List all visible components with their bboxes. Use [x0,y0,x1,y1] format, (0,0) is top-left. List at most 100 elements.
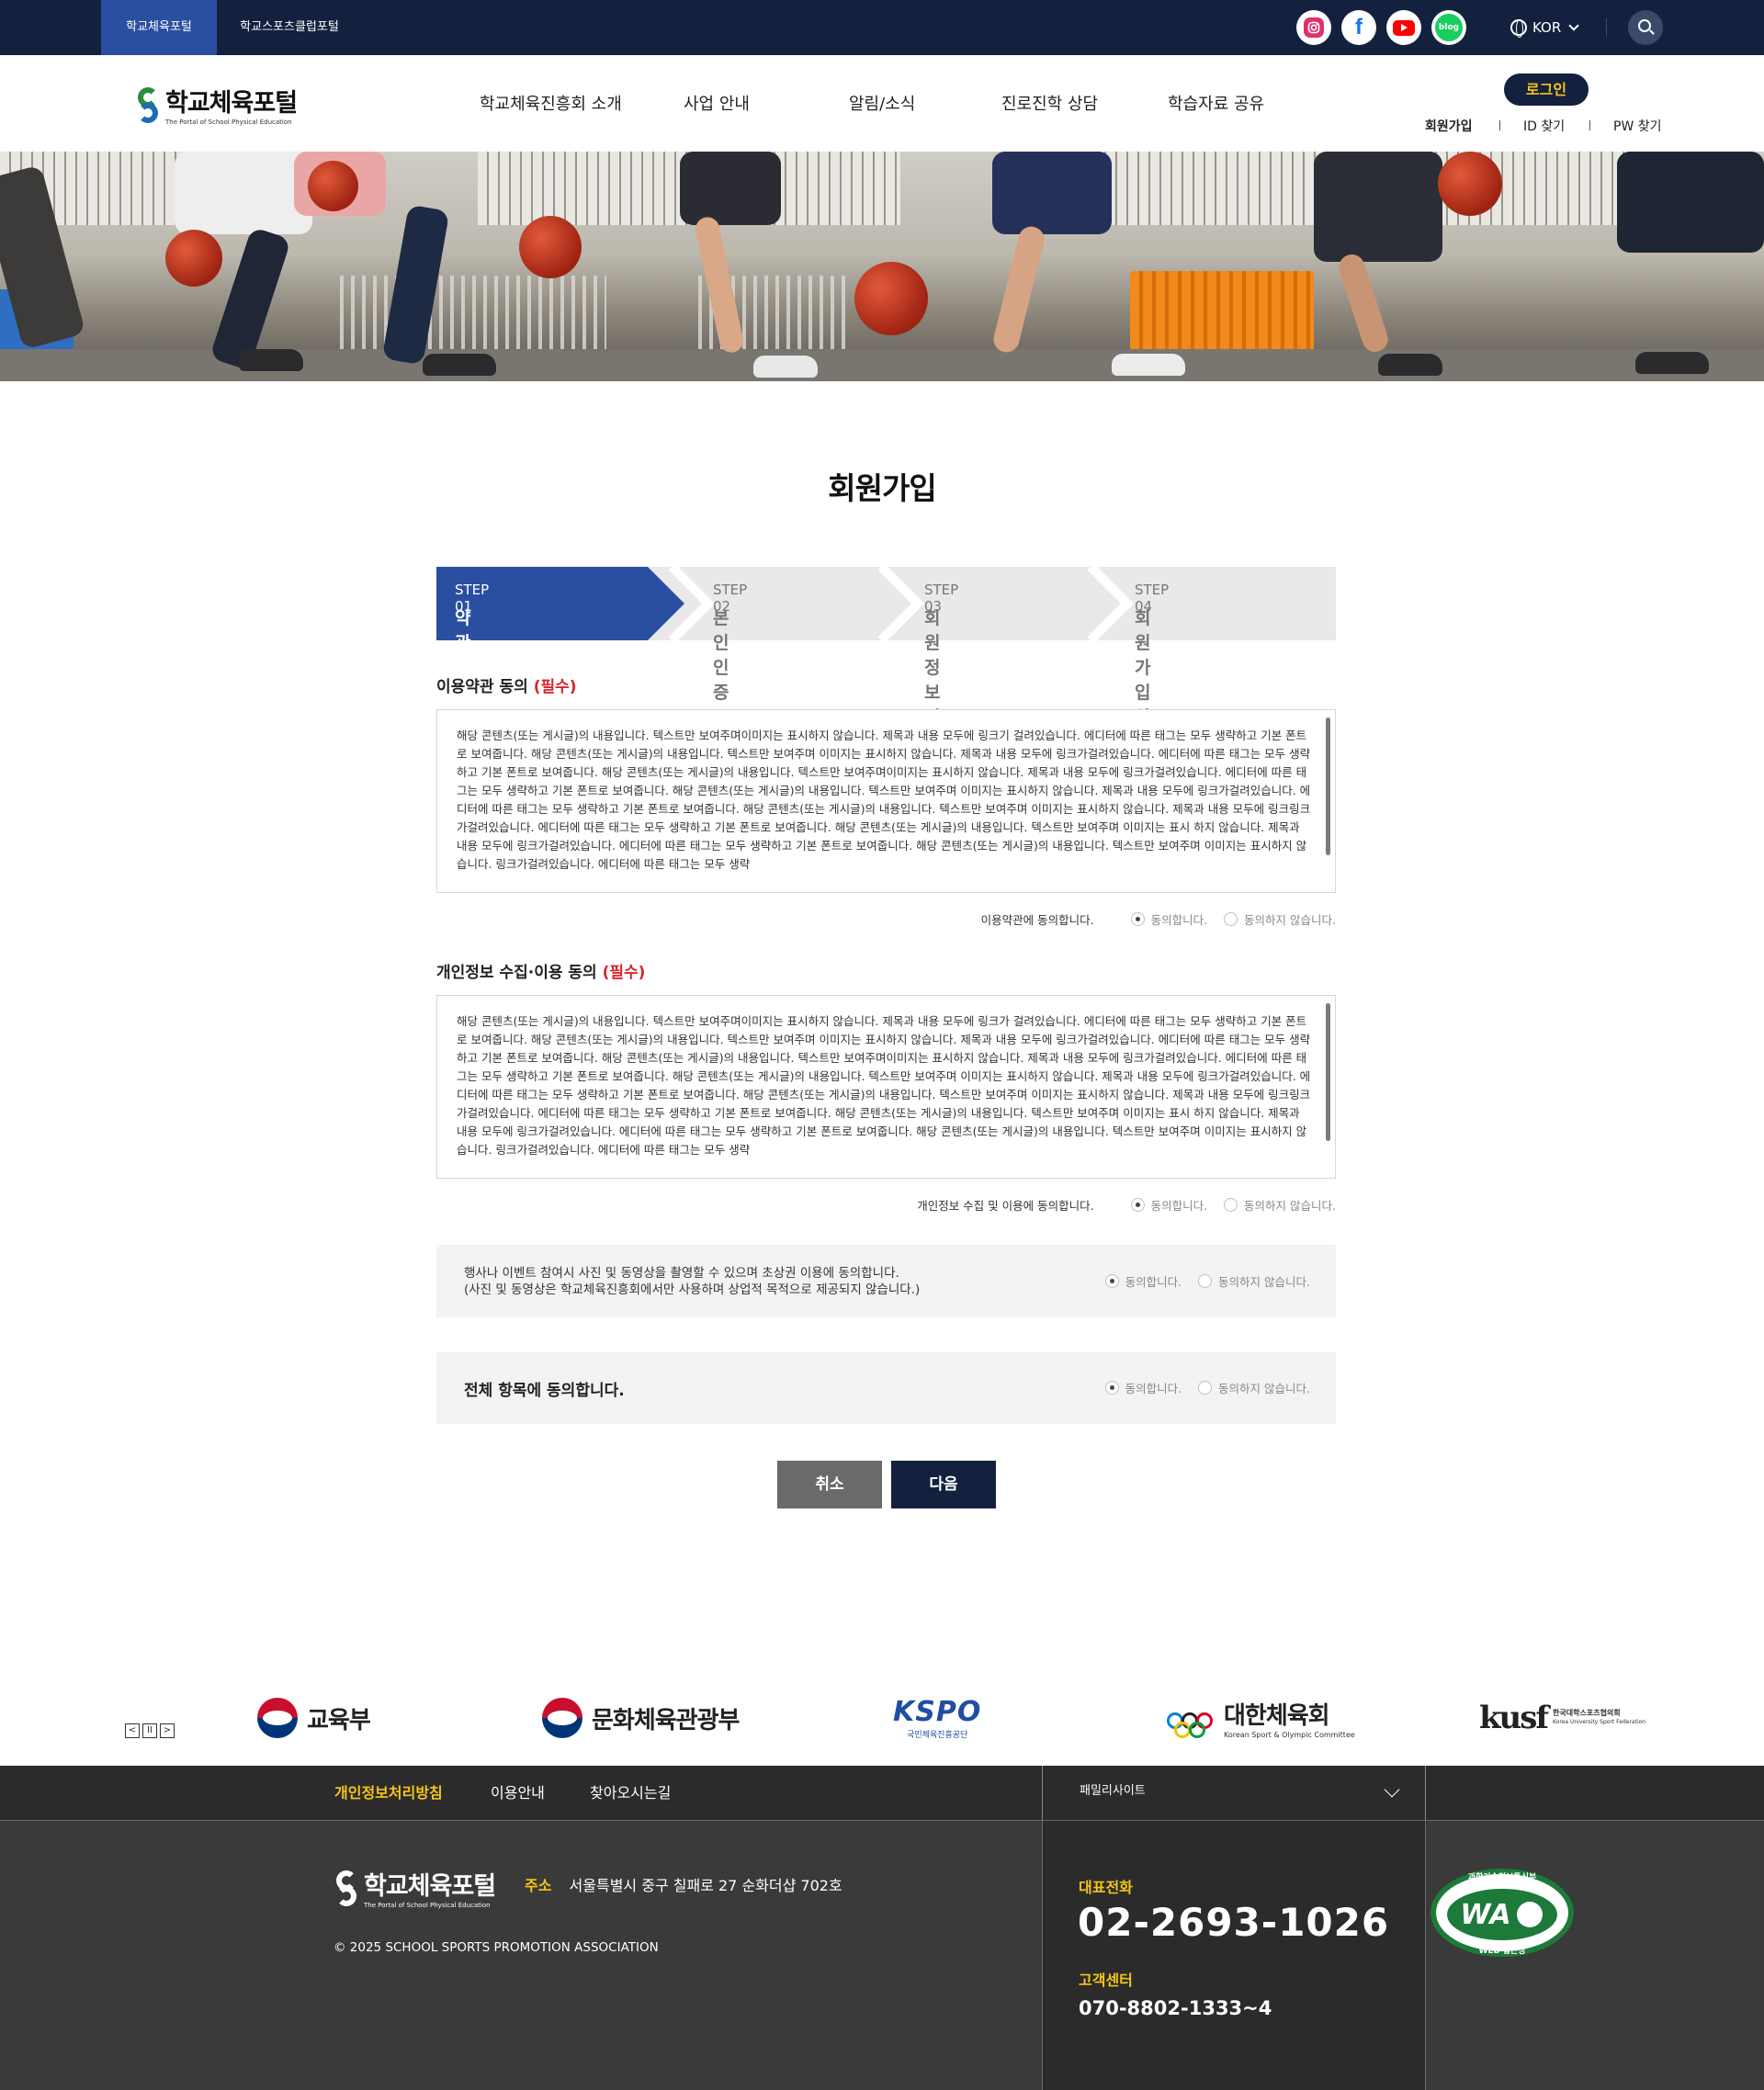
kspo-logo: KSPO [893,1696,982,1728]
partner-name: 국민체육진흥공단 [907,1731,968,1740]
terms-disagree-radio[interactable]: 동의하지 않습니다. [1224,910,1336,928]
site-header: 학교체육포털 The Portal of School Physical Edu… [0,55,1764,152]
partner-kspo[interactable]: KSPO 국민체육진흥공단 [893,1690,981,1745]
search-button[interactable] [1628,10,1663,45]
privacy-agree-question: 개인정보 수집 및 이용에 동의합니다. [917,1198,1094,1213]
blog-label: blog [1435,14,1463,41]
next-button[interactable]: 다음 [891,1461,996,1508]
terms-section-title: 이용약관 동의 (필수) [436,673,577,696]
terms-agree-row: 이용약관에 동의합니다. 동의합니다. 동의하지 않습니다. [981,909,1336,928]
taegeuk-icon [257,1698,298,1738]
site-tab-school-pe[interactable]: 학교체육포털 [101,0,217,55]
partner-subtitle: Korea University Sport Federation [1553,1719,1646,1725]
scrollbar[interactable] [1326,1003,1330,1141]
photo-disagree-radio[interactable]: 동의하지 않습니다. [1198,1272,1310,1290]
site-logo[interactable]: 학교체육포털 The Portal of School Physical Edu… [136,87,298,128]
signup-link[interactable]: 회원가입 [1425,117,1473,135]
privacy-section-title: 개인정보 수집·이용 동의 (필수) [436,959,645,982]
partner-name: 교육부 [307,1706,371,1734]
partner-subtitle: Korean Sport & Olympic Committee [1224,1730,1355,1739]
logo-title: 학교체육포털 [165,88,298,118]
wa-badge-top: 과학기술정보통신부 [1468,1871,1537,1882]
scrollbar[interactable] [1326,717,1330,855]
all-disagree-radio[interactable]: 동의하지 않습니다. [1198,1379,1310,1396]
address-label: 주소 [525,1877,552,1894]
chevron-down-icon [1568,19,1579,31]
banner-next-button[interactable]: > [160,1723,175,1738]
nav-about[interactable]: 학교체육진흥회 소개 [480,55,622,152]
all-agree-radio[interactable]: 동의합니다. [1104,1379,1182,1396]
privacy-title: 개인정보 수집·이용 동의 [436,964,597,982]
footer-nav: 개인정보처리방침 이용안내 찾아오시는길 [0,1766,1764,1821]
find-pw-link[interactable]: PW 찾기 [1613,117,1662,135]
instagram-icon[interactable] [1296,10,1331,45]
wa-badge-bottom: WEB 접근성 [1479,1945,1526,1956]
required-mark: (필수) [533,678,577,696]
signup-steps: STEP 01 약관 동의 STEP 02 본인 인증 STEP 03 회원정보… [436,567,1336,752]
nav-resources[interactable]: 학습자료 공유 [1168,55,1264,152]
photo-consent-box: 행사나 이벤트 참여시 사진 및 동영상을 촬영할 수 있으며 초상권 이용에 … [436,1245,1336,1317]
partner-name: 대한체육회 [1224,1701,1330,1730]
all-consent-box: 전체 항목에 동의합니다. 동의합니다. 동의하지 않습니다. [436,1352,1336,1424]
divider [1499,120,1500,130]
terms-body: 해당 콘텐츠(또는 게시글)의 내용입니다. 텍스트만 보여주며이미지는 표시하… [457,729,1311,871]
privacy-disagree-radio[interactable]: 동의하지 않습니다. [1224,1196,1336,1214]
footer-directions-link[interactable]: 찾아오시는길 [590,1766,671,1821]
photo-agree-radio[interactable]: 동의합니다. [1104,1272,1182,1290]
top-utility-bar: 학교체육포털 학교스포츠클럽포털 f blog KOR [0,0,1764,55]
language-selector[interactable]: KOR [1510,17,1579,39]
footer-logo-subtitle: The Portal of School Physical Education [364,1901,491,1909]
partner-moe[interactable]: 교육부 [257,1690,371,1745]
all-consent-label: 전체 항목에 동의합니다. [464,1382,625,1400]
youtube-icon[interactable] [1386,10,1421,45]
terms-agree-question: 이용약관에 동의합니다. [980,912,1094,927]
hero-banner-image [0,152,1764,381]
partner-ksoc[interactable]: 대한체육회 Korean Sport & Olympic Committee [1167,1690,1355,1745]
divider [1589,120,1590,130]
privacy-textbox[interactable]: 해당 콘텐츠(또는 게시글)의 내용입니다. 텍스트만 보여주며이미지는 표시하… [436,995,1336,1179]
nav-career[interactable]: 진로진학 상담 [1001,55,1098,152]
privacy-agree-radio[interactable]: 동의합니다. [1130,1196,1207,1214]
site-tab-sports-club[interactable]: 학교스포츠클럽포털 [230,0,349,55]
privacy-body: 해당 콘텐츠(또는 게시글)의 내용입니다. 텍스트만 보여주며이미지는 표시하… [457,1014,1311,1157]
copyright: © 2025 SCHOOL SPORTS PROMOTION ASSOCIATI… [334,1940,659,1955]
taegeuk-icon [542,1698,582,1738]
facebook-icon[interactable]: f [1341,10,1376,45]
blog-icon[interactable]: blog [1431,10,1466,45]
terms-title: 이용약관 동의 [436,678,528,696]
partner-mcst[interactable]: 문화체육관광부 [542,1690,740,1745]
footer-address: 주소 서울특별시 중구 칠패로 27 순화더샵 702호 [525,1873,842,1895]
photo-consent-line2: (사진 및 동영상은 학교체육진흥회에서만 사용하며 상업적 목적으로 제공되지… [464,1282,921,1297]
family-site-label: 패밀리사이트 [1080,1784,1146,1798]
partner-kusf[interactable]: kusf 한국대학스포츠협의회 Korea University Sport F… [1479,1690,1645,1745]
banner-prev-button[interactable]: < [125,1723,140,1738]
logo-subtitle: The Portal of School Physical Education [165,118,292,126]
step-arrows [436,567,1135,640]
chevron-down-icon [1384,1781,1400,1798]
facebook-glyph: f [1349,15,1369,40]
footer-privacy-link[interactable]: 개인정보처리방침 [334,1766,443,1821]
cs-label: 고객센터 [1079,1971,1133,1989]
terms-textbox[interactable]: 해당 콘텐츠(또는 게시글)의 내용입니다. 텍스트만 보여주며이미지는 표시하… [436,709,1336,893]
logo-mark-icon [334,1870,358,1911]
partner-name: 한국대학스포츠협의회 [1553,1709,1621,1717]
login-button[interactable]: 로그인 [1504,73,1589,106]
footer-logo: 학교체육포털 The Portal of School Physical Edu… [334,1870,496,1911]
cs-number: 070-8802-1333~4 [1079,1997,1272,2019]
step-name: 본인 인증 [713,608,729,703]
tel-number: 02-2693-1026 [1078,1900,1390,1945]
family-site-select[interactable]: 패밀리사이트 [1042,1766,1426,1821]
nav-business[interactable]: 사업 안내 [684,55,750,152]
cancel-button[interactable]: 취소 [777,1461,882,1508]
banner-pause-button[interactable]: II [142,1723,157,1738]
address-value: 서울특별시 중구 칠패로 27 순화더샵 702호 [569,1877,842,1894]
footer-logo-title: 학교체육포털 [364,1871,496,1901]
globe-icon [1510,19,1527,38]
web-accessibility-badge-icon: 과학기술정보통신부 WA WEB 접근성 [1430,1869,1574,1957]
partner-name: 문화체육관광부 [592,1706,740,1734]
terms-agree-radio[interactable]: 동의합니다. [1130,910,1207,928]
footer-contact-column [1042,1821,1426,2090]
find-id-link[interactable]: ID 찾기 [1523,117,1565,135]
nav-news[interactable]: 알림/소식 [849,55,915,152]
footer-guide-link[interactable]: 이용안내 [491,1766,545,1821]
